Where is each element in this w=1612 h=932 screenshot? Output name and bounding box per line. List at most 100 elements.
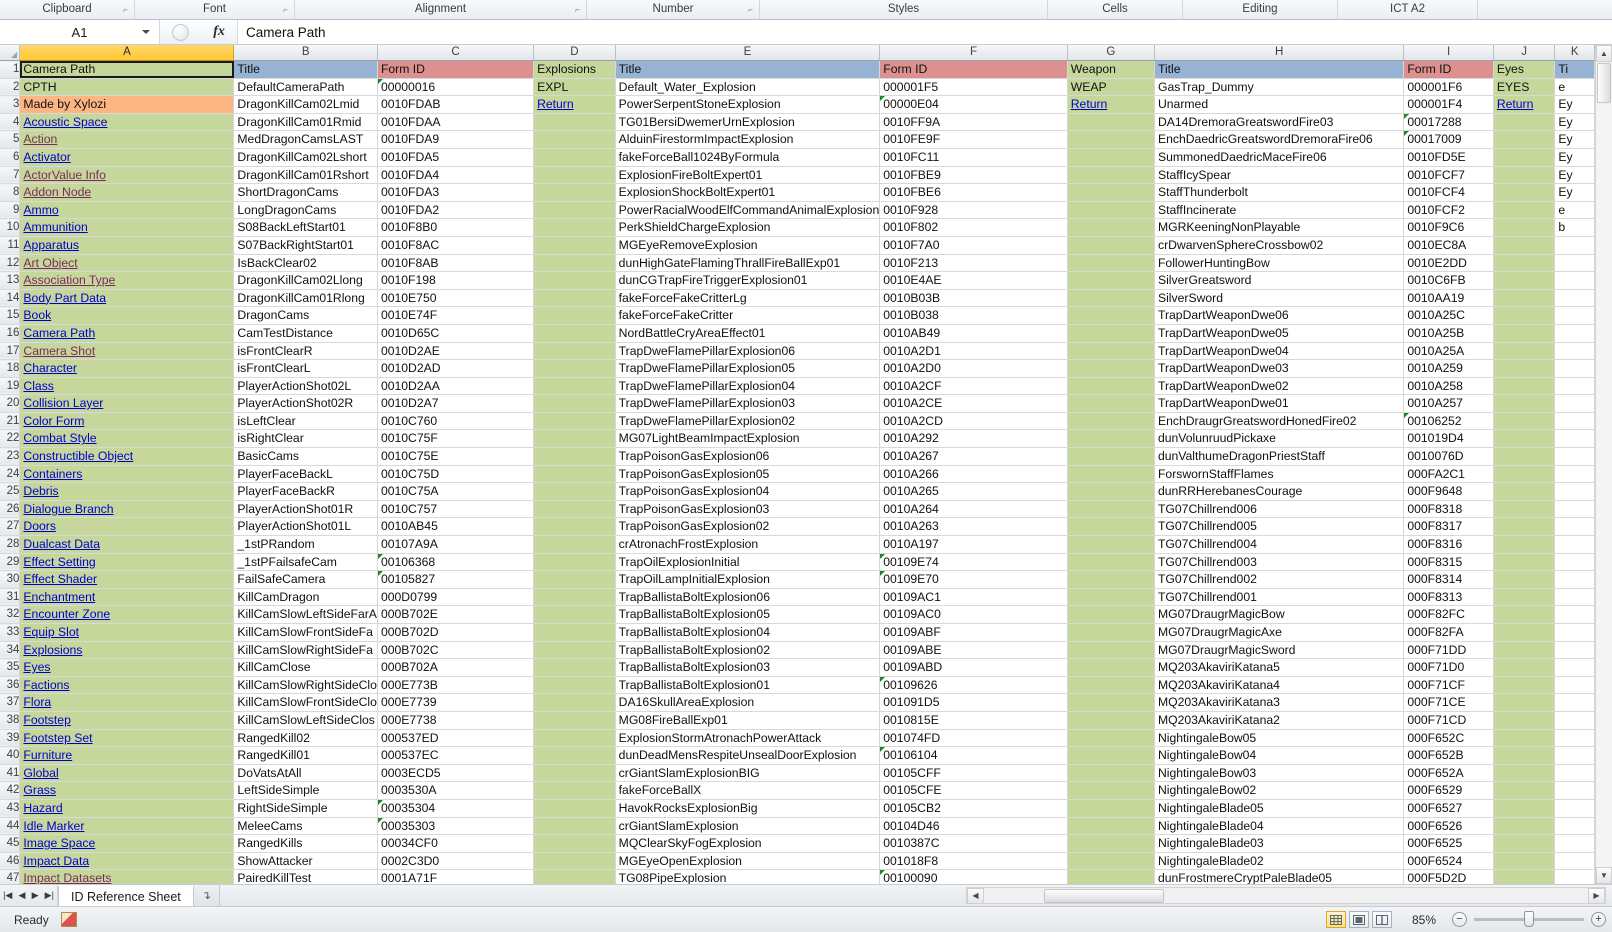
row-header-42[interactable]: 42 bbox=[0, 781, 21, 800]
cell-b9[interactable]: LongDragonCams bbox=[233, 201, 378, 220]
col-a-link[interactable]: Image Space bbox=[23, 836, 95, 850]
cell-k6[interactable]: Ey bbox=[1554, 148, 1595, 167]
cell-e4[interactable]: TG01BersiDwemerUrnExplosion bbox=[615, 113, 881, 132]
cell-i16[interactable]: 0010A25B bbox=[1403, 324, 1494, 343]
cell-c12[interactable]: 0010F8AB bbox=[377, 254, 535, 273]
cell-b8[interactable]: ShortDragonCams bbox=[233, 183, 378, 202]
cell-f23[interactable]: 0010A267 bbox=[879, 447, 1068, 466]
cell-j37[interactable] bbox=[1493, 693, 1556, 712]
cell-b5[interactable]: MedDragonCamsLAST bbox=[233, 130, 378, 149]
number-dialog-launcher-icon[interactable]: ⌐ bbox=[746, 5, 755, 14]
cell-j45[interactable] bbox=[1493, 834, 1556, 853]
cell-h40[interactable]: NightingaleBow04 bbox=[1154, 746, 1405, 765]
cell-k14[interactable] bbox=[1554, 289, 1595, 308]
cell-e5[interactable]: AlduinFirestormImpactExplosion bbox=[615, 130, 881, 149]
row-header-33[interactable]: 33 bbox=[0, 623, 21, 642]
cell-k45[interactable] bbox=[1554, 834, 1595, 853]
row-header-27[interactable]: 27 bbox=[0, 517, 21, 537]
cell-g5[interactable] bbox=[1067, 130, 1155, 149]
column-header-f[interactable]: F bbox=[879, 45, 1068, 61]
cell-d24[interactable] bbox=[533, 465, 616, 484]
cell-h45[interactable]: NightingaleBlade03 bbox=[1154, 834, 1405, 853]
cell-g34[interactable] bbox=[1067, 641, 1155, 660]
col-a-link[interactable]: Eyes bbox=[23, 660, 50, 674]
cell-f41[interactable]: 00105CFF bbox=[879, 764, 1068, 783]
cell-c36[interactable]: 000E773B bbox=[377, 676, 535, 695]
cell-k3[interactable]: Ey bbox=[1554, 95, 1595, 114]
cell-e39[interactable]: ExplosionStormAtronachPowerAttack bbox=[615, 729, 881, 748]
cell-c16[interactable]: 0010D65C bbox=[377, 324, 535, 343]
cell-f4[interactable]: 0010FF9A bbox=[879, 113, 1068, 132]
cell-b41[interactable]: DoVatsAtAll bbox=[233, 764, 378, 783]
formula-input[interactable]: Camera Path bbox=[238, 20, 1612, 44]
col-a-link[interactable]: Dialogue Branch bbox=[23, 502, 113, 516]
cell-d21[interactable] bbox=[533, 412, 616, 431]
cell-d45[interactable] bbox=[533, 834, 616, 853]
cell-b4[interactable]: DragonKillCam01Rmid bbox=[233, 113, 378, 132]
cell-e13[interactable]: dunCGTrapFireTriggerExplosion01 bbox=[615, 271, 881, 290]
cell-d7[interactable] bbox=[533, 166, 616, 185]
col-a-link[interactable]: Constructible Object bbox=[23, 449, 133, 463]
cell-j38[interactable] bbox=[1493, 711, 1556, 730]
cell-j4[interactable] bbox=[1493, 113, 1556, 132]
cell-e30[interactable]: TrapOilLampInitialExplosion bbox=[615, 570, 881, 589]
cell-a8[interactable]: Addon Node bbox=[19, 183, 235, 202]
cell-h27[interactable]: TG07Chillrend005 bbox=[1154, 517, 1405, 537]
cell-e12[interactable]: dunHighGateFlamingThrallFireBallExp01 bbox=[615, 254, 881, 273]
cell-c38[interactable]: 000E7738 bbox=[377, 711, 535, 730]
cell-d6[interactable] bbox=[533, 148, 616, 167]
cell-e43[interactable]: HavokRocksExplosionBig bbox=[615, 799, 881, 818]
cell-k38[interactable] bbox=[1554, 711, 1595, 730]
cell-a17[interactable]: Camera Shot bbox=[19, 342, 235, 361]
chevron-down-icon[interactable] bbox=[142, 30, 150, 34]
cell-i22[interactable]: 001019D4 bbox=[1403, 429, 1494, 449]
col-a-link[interactable]: Debris bbox=[23, 484, 58, 498]
cell-j1[interactable]: Eyes bbox=[1493, 60, 1556, 79]
column-header-g[interactable]: G bbox=[1067, 45, 1155, 61]
cell-d38[interactable] bbox=[533, 711, 616, 730]
cell-h26[interactable]: TG07Chillrend006 bbox=[1154, 500, 1405, 519]
cell-d28[interactable] bbox=[533, 535, 616, 554]
cell-c27[interactable]: 0010AB45 bbox=[377, 517, 535, 537]
cell-g40[interactable] bbox=[1067, 746, 1155, 765]
cell-g10[interactable] bbox=[1067, 218, 1155, 237]
cell-a22[interactable]: Combat Style bbox=[19, 429, 235, 449]
cell-i4[interactable]: 00017288 bbox=[1403, 113, 1494, 132]
cell-j33[interactable] bbox=[1493, 623, 1556, 642]
cell-e38[interactable]: MG08FireBallExp01 bbox=[615, 711, 881, 730]
cell-h38[interactable]: MQ203AkaviriKatana2 bbox=[1154, 711, 1405, 730]
cell-g36[interactable] bbox=[1067, 676, 1155, 695]
cell-j36[interactable] bbox=[1493, 676, 1556, 695]
cell-g47[interactable] bbox=[1067, 869, 1155, 884]
cell-e46[interactable]: MGEyeOpenExplosion bbox=[615, 852, 881, 871]
cell-h21[interactable]: EnchDraugrGreatswordHonedFire02 bbox=[1154, 412, 1405, 431]
cell-g43[interactable] bbox=[1067, 799, 1155, 818]
column-header-i[interactable]: I bbox=[1403, 45, 1494, 61]
cell-g4[interactable] bbox=[1067, 113, 1155, 132]
cell-k29[interactable] bbox=[1554, 553, 1595, 572]
cell-h25[interactable]: dunRRHerebanesCourage bbox=[1154, 482, 1405, 501]
row-header-11[interactable]: 11 bbox=[0, 236, 21, 255]
row-header-28[interactable]: 28 bbox=[0, 535, 21, 554]
cell-k37[interactable] bbox=[1554, 693, 1595, 712]
cell-f8[interactable]: 0010FBE6 bbox=[879, 183, 1068, 202]
cell-b2[interactable]: DefaultCameraPath bbox=[233, 78, 378, 97]
cell-g31[interactable] bbox=[1067, 588, 1155, 607]
cell-j17[interactable] bbox=[1493, 342, 1556, 361]
cell-a15[interactable]: Book bbox=[19, 306, 235, 325]
row-header-43[interactable]: 43 bbox=[0, 799, 21, 818]
insert-function-icon[interactable]: fx bbox=[213, 24, 225, 40]
cell-j13[interactable] bbox=[1493, 271, 1556, 290]
cell-e14[interactable]: fakeForceFakeCritterLg bbox=[615, 289, 881, 308]
cell-e34[interactable]: TrapBallistaBoltExplosion02 bbox=[615, 641, 881, 660]
cell-i23[interactable]: 0010076D bbox=[1403, 447, 1494, 466]
cell-f30[interactable]: 00109E70 bbox=[879, 570, 1068, 589]
cell-b14[interactable]: DragonKillCam01Rlong bbox=[233, 289, 378, 308]
font-dialog-launcher-icon[interactable]: ⌐ bbox=[281, 5, 290, 14]
cell-i34[interactable]: 000F71DD bbox=[1403, 641, 1494, 660]
cell-g45[interactable] bbox=[1067, 834, 1155, 853]
col-a-link[interactable]: Hazard bbox=[23, 801, 62, 815]
cell-f35[interactable]: 00109ABD bbox=[879, 658, 1068, 677]
cell-c4[interactable]: 0010FDAA bbox=[377, 113, 535, 132]
col-a-link[interactable]: Encounter Zone bbox=[23, 607, 110, 621]
